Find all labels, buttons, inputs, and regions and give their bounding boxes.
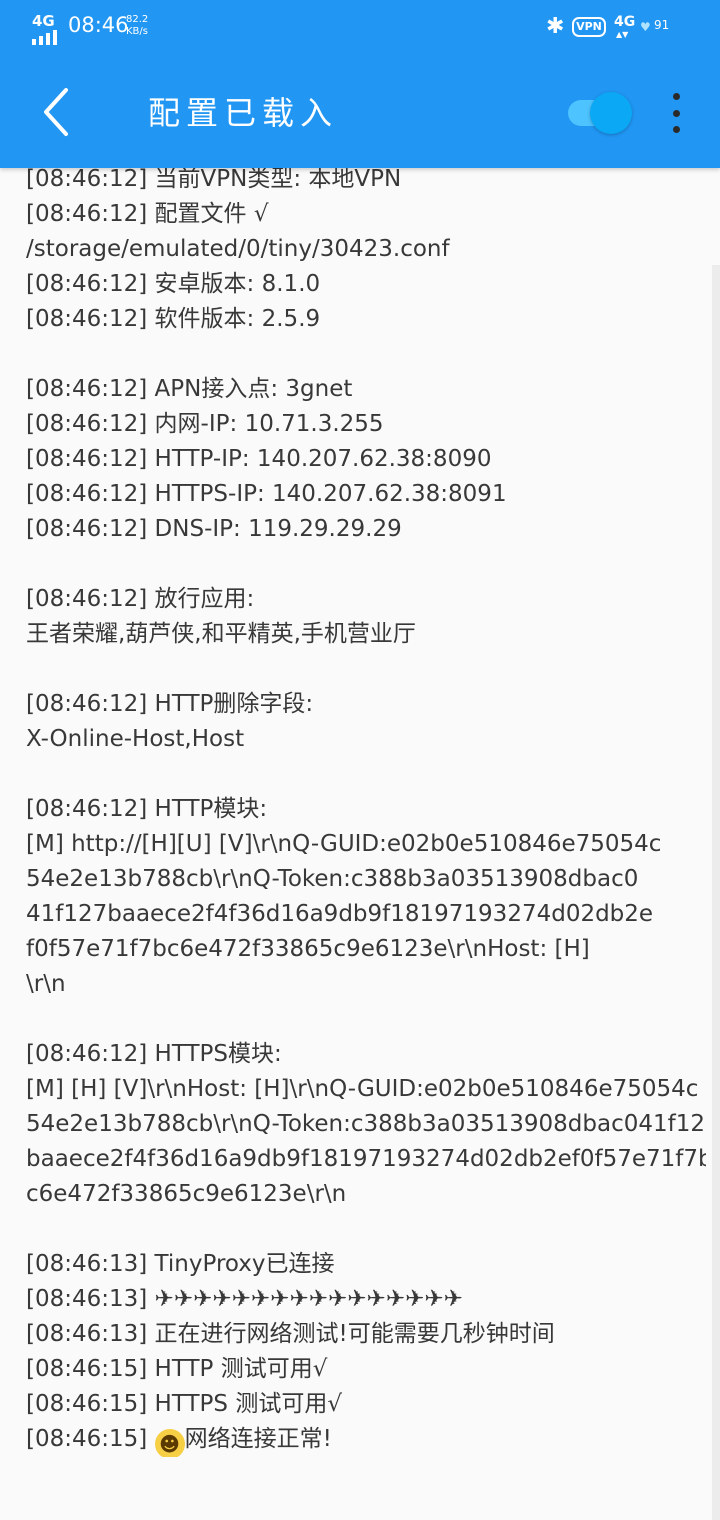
log-line: baaece2f4f36d16a9db9f18197193274d02db2ef… — [26, 1146, 706, 1172]
menu-dot — [672, 93, 680, 100]
log-line: [08:46:12] HTTPS模块: — [26, 1041, 282, 1067]
log-line: [08:46:12] HTTPS-IP: 140.207.62.38:8091 — [26, 481, 507, 507]
heart-icon: ♥ — [640, 20, 651, 34]
vpn-toggle-switch[interactable] — [568, 92, 632, 134]
log-line: [08:46:12] 安卓版本: 8.1.0 — [26, 271, 321, 297]
log-line: [08:46:13] ✈✈✈✈✈✈✈✈✈✈✈✈✈✈✈✈ — [26, 1286, 463, 1312]
log-line: [08:46:12] HTTP删除字段: — [26, 691, 314, 717]
network-speed-value: 82.2 — [126, 14, 149, 25]
log-blank-line — [26, 337, 706, 372]
network-speed-unit: KB/s — [126, 26, 148, 37]
log-blank-line — [26, 547, 706, 582]
toolbar: 配置已载入 — [0, 60, 720, 160]
chevron-left-icon — [44, 88, 68, 136]
log-line: [08:46:12] APN接入点: 3gnet — [26, 376, 353, 402]
network-type-label-2: 4G — [614, 14, 636, 30]
more-menu-button[interactable] — [666, 93, 686, 133]
log-line: f0f57e71f7bc6e472f33865c9e6123e\r\nHost:… — [26, 936, 590, 962]
log-line: [08:46:12] 软件版本: 2.5.9 — [26, 306, 321, 332]
vpn-badge: VPN — [572, 17, 606, 37]
log-line: [08:46:12] 放行应用: — [26, 586, 255, 612]
log-line: [08:46:15] HTTPS 测试可用√ — [26, 1391, 342, 1417]
smiley-icon: ☻ — [154, 1429, 185, 1457]
back-button[interactable] — [36, 82, 80, 142]
log-line: 王者荣耀,葫芦侠,和平精英,手机营业厅 — [26, 621, 416, 647]
log-blank-line — [26, 757, 706, 792]
log-line-text: 网络连接正常! — [184, 1426, 332, 1452]
log-line: [08:46:12] 配置文件 √ — [26, 201, 269, 227]
log-line: 54e2e13b788cb\r\nQ-Token:c388b3a03513908… — [26, 866, 639, 892]
menu-dot — [672, 109, 680, 117]
log-line: /storage/emulated/0/tiny/30423.conf — [26, 236, 450, 262]
log-line: [08:46:12] HTTP-IP: 140.207.62.38:8090 — [26, 446, 492, 472]
battery-level: 91 — [654, 18, 670, 32]
log-line: [08:46:13] TinyProxy已连接 — [26, 1251, 335, 1277]
network-type-label: 4G — [32, 12, 55, 30]
status-bar: 4G 08:46 82.2 KB/s ✱ VPN 4G ▲▼ ♥ 91 — [0, 0, 720, 56]
log-line: [08:46:12] DNS-IP: 119.29.29.29 — [26, 516, 402, 542]
log-content: [08:46:12] 当前VPN类型: 本地VPN [08:46:12] 配置文… — [26, 162, 706, 1457]
page-title: 配置已载入 — [148, 94, 339, 132]
log-line: \r\n — [26, 971, 66, 997]
log-line: 41f127baaece2f4f36d16a9db9f18197193274d0… — [26, 901, 654, 927]
log-line: [M] http://[H][U] [V]\r\nQ-GUID:e02b0e51… — [26, 831, 662, 857]
bluetooth-icon: ✱ — [546, 14, 565, 39]
app-header: 4G 08:46 82.2 KB/s ✱ VPN 4G ▲▼ ♥ 91 配置已载… — [0, 0, 720, 168]
data-activity-icon: ▲▼ — [616, 30, 629, 39]
signal-icon: 4G — [32, 12, 60, 45]
log-blank-line — [26, 652, 706, 687]
network-speed: 82.2 KB/s — [126, 14, 148, 38]
battery-icon: ♥ 91 — [640, 18, 680, 36]
log-line: c6e472f33865c9e6123e\r\n — [26, 1181, 347, 1207]
log-line: [08:46:13] 正在进行网络测试!可能需要几秒钟时间 — [26, 1321, 555, 1347]
menu-dot — [672, 126, 680, 133]
log-blank-line — [26, 1212, 706, 1247]
log-line: [08:46:12] HTTP模块: — [26, 796, 268, 822]
log-line-network-ok: [08:46:15] ☻ 网络连接正常! — [26, 1422, 706, 1457]
switch-knob — [590, 92, 632, 134]
log-line: [08:46:15] HTTP 测试可用√ — [26, 1356, 328, 1382]
log-line: X-Online-Host,Host — [26, 726, 245, 752]
log-panel[interactable]: [08:46:12] 当前VPN类型: 本地VPN [08:46:12] 配置文… — [0, 158, 720, 1520]
log-line-prefix: [08:46:15] — [26, 1426, 155, 1452]
log-blank-line — [26, 1002, 706, 1037]
status-time: 08:46 — [68, 13, 129, 37]
log-line: [08:46:12] 内网-IP: 10.71.3.255 — [26, 411, 384, 437]
log-line: [M] [H] [V]\r\nHost: [H]\r\nQ-GUID:e02b0… — [26, 1076, 699, 1102]
log-line: 54e2e13b788cb\r\nQ-Token:c388b3a03513908… — [26, 1111, 706, 1137]
